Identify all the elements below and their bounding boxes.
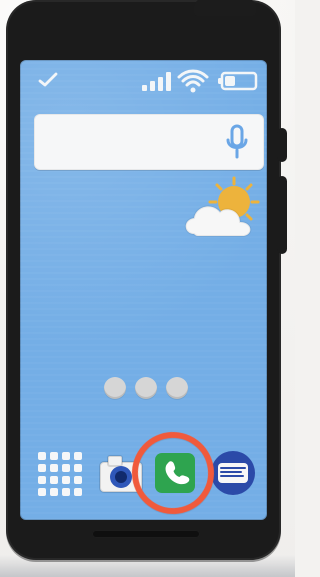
phone-device [6,0,287,560]
app-dock [20,426,267,520]
volume-up-button[interactable] [277,128,287,162]
phone-call-icon[interactable] [148,446,202,500]
page-dot[interactable] [135,377,157,399]
sun-cloud-icon [184,176,260,237]
search-input[interactable] [44,124,218,162]
page-dot[interactable] [166,377,188,399]
search-widget[interactable] [34,114,264,170]
illustration-stage [0,0,295,577]
microphone-icon[interactable] [220,122,254,162]
page-dot[interactable] [104,377,126,399]
status-bar [20,60,267,98]
check-icon [38,72,58,87]
wifi-icon [177,69,209,93]
apps-grid-icon[interactable] [32,446,86,500]
page-indicator[interactable] [20,377,267,403]
bottom-speaker [92,530,200,538]
signal-icon [142,72,171,91]
phone-bottom-bar [6,520,281,560]
volume-down-button[interactable] [277,176,287,254]
power-button[interactable] [194,0,256,16]
camera-icon[interactable] [94,446,148,500]
home-screen [20,60,267,520]
battery-icon [218,71,258,91]
messages-icon[interactable] [206,446,260,500]
